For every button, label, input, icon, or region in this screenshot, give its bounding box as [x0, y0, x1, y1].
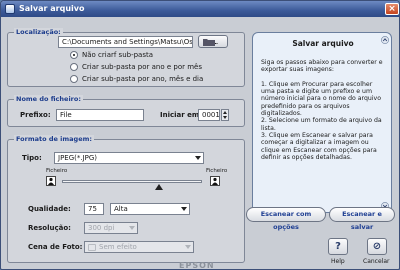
photo-scene-select: Sem efeito [84, 241, 194, 253]
resolution-label: Resolução: [28, 224, 71, 232]
cancel-label: Cancelar [363, 258, 390, 265]
save-file-window: Salvar arquivo × Localização: C:\Documen… [0, 0, 400, 270]
resolution-select: 300 dpi [84, 222, 138, 234]
browse-button[interactable] [198, 35, 228, 48]
start-number-label: Iniciar em: [160, 111, 202, 119]
photo-scene-icon [88, 244, 96, 251]
close-button[interactable]: × [385, 3, 399, 15]
quality-level-select[interactable]: Alta [110, 203, 190, 215]
location-path-field[interactable]: C:\Documents and Settings\Matsu\Os n [58, 36, 193, 48]
location-group-title: Localização: [14, 28, 63, 36]
help-panel: Salvar arquivo Siga os passos abaixo par… [252, 32, 392, 213]
prefix-input[interactable]: File [56, 109, 144, 121]
cancel-button[interactable]: ⊘ [367, 238, 387, 255]
scan-and-save-button[interactable]: Escanear e salvar [329, 207, 395, 231]
app-icon [5, 4, 15, 14]
slider-right-label: Ficheiro [206, 168, 228, 174]
chevron-down-icon [195, 156, 201, 160]
help-button[interactable]: ? [328, 238, 348, 255]
scan-with-options-button[interactable]: Escanear com opções [246, 207, 326, 231]
slider-thumb-icon[interactable] [154, 184, 163, 190]
radio-no-subfolder[interactable] [70, 51, 78, 59]
start-number-spinner[interactable] [221, 109, 229, 121]
type-select-value: JPEG(*.JPG) [58, 154, 98, 162]
radio-no-subfolder-label: Não criarf sub-pasta [82, 51, 154, 59]
help-icon: ? [335, 241, 341, 252]
quality-level-value: Alta [114, 205, 128, 213]
epson-logo: EPSON [179, 261, 215, 270]
help-panel-title: Salvar arquivo [292, 39, 354, 48]
title-bar[interactable]: Salvar arquivo × [1, 1, 399, 17]
type-select[interactable]: JPEG(*.JPG) [54, 152, 204, 164]
filename-group: Nome do ficheiro: Prefixo: File Iniciar … [7, 95, 245, 127]
radio-year-month-day[interactable] [70, 75, 78, 83]
help-label: Help [331, 258, 345, 265]
person-icon [46, 176, 56, 186]
chevron-down-icon [181, 207, 187, 211]
chevron-down-icon [129, 226, 135, 230]
radio-year-month-label: Criar sub-pasta por ano e por mês [82, 63, 202, 71]
slider-left-label: Ficheiro [46, 168, 68, 174]
type-label: Tipo: [22, 154, 42, 162]
window-title: Salvar arquivo [19, 4, 85, 13]
photo-scene-label: Cena de Foto: [28, 243, 83, 251]
radio-year-month-day-label: Criar sub-pasta por ano, mês e dia [82, 75, 204, 83]
scroll-up-icon[interactable] [381, 36, 389, 44]
radio-year-month[interactable] [70, 63, 78, 71]
size-quality-slider[interactable] [62, 178, 202, 190]
format-group: Formato de imagem: Tipo: JPEG(*.JPG) Fic… [7, 135, 245, 263]
photo-scene-value: Sem efeito [99, 243, 137, 251]
quality-label: Qualidade: [28, 205, 71, 213]
location-group: Localização: C:\Documents and Settings\M… [7, 28, 245, 87]
help-panel-text: Siga os passos abaixo para converter e e… [261, 59, 383, 161]
resolution-value: 300 dpi [88, 224, 115, 232]
filename-group-title: Nome do ficheiro: [14, 95, 83, 103]
prefix-label: Prefixo: [20, 111, 51, 119]
help-scrollbar[interactable] [381, 36, 389, 210]
cancel-icon: ⊘ [372, 241, 382, 252]
person-icon [210, 176, 220, 186]
start-number-input[interactable]: 0001 [198, 109, 220, 121]
main-area: Localização: C:\Documents and Settings\M… [7, 21, 395, 269]
chevron-down-icon [185, 245, 191, 249]
quality-value-field[interactable]: 75 [84, 203, 104, 215]
folder-icon [203, 39, 218, 46]
format-group-title: Formato de imagem: [14, 135, 94, 143]
